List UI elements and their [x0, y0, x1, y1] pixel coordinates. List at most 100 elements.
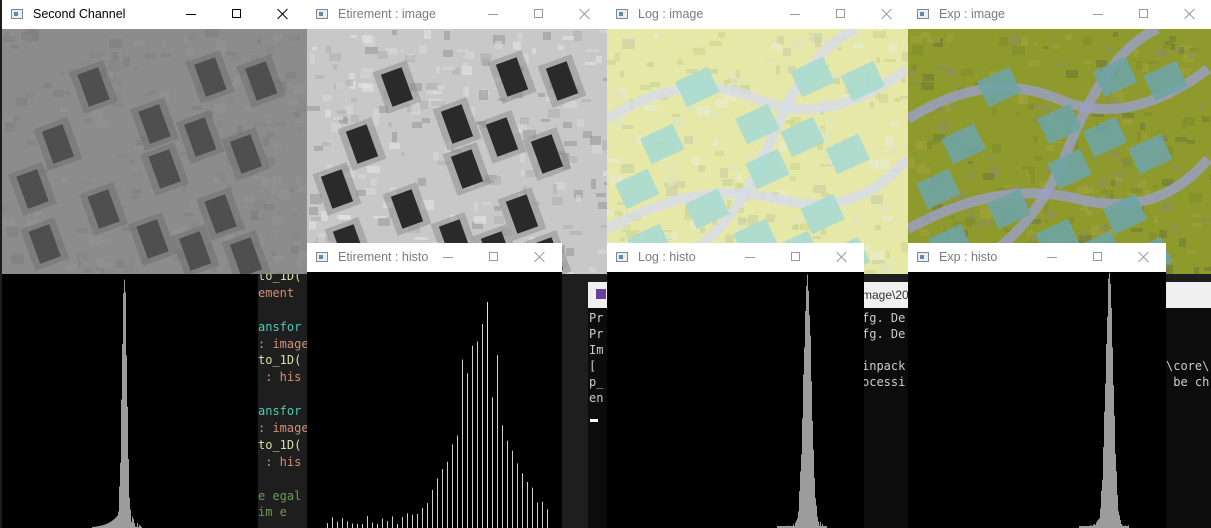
- image-texture: [116, 260, 124, 268]
- window-title-bar[interactable]: Etirement : image: [307, 0, 607, 29]
- image-texture: [919, 229, 929, 236]
- code-line: : his: [258, 370, 302, 385]
- image-texture: [161, 53, 171, 57]
- image-texture: [415, 237, 428, 240]
- window-title-bar[interactable]: Exp : histo: [908, 243, 1166, 272]
- image-texture: [76, 252, 88, 260]
- histogram-bar: [1116, 471, 1117, 528]
- window-log-image[interactable]: Log : image: [607, 0, 908, 274]
- close-button[interactable]: [1167, 0, 1211, 29]
- image-texture: [326, 46, 331, 53]
- histogram-bar: [442, 469, 443, 528]
- image-texture: [437, 85, 445, 90]
- maximize-button[interactable]: [818, 0, 864, 29]
- image-texture: [566, 248, 574, 256]
- close-button[interactable]: [864, 0, 910, 29]
- window-title-bar[interactable]: Second Channel: [2, 0, 307, 29]
- image-texture: [134, 41, 145, 45]
- image-texture: [876, 159, 889, 169]
- image-texture: [1192, 223, 1202, 227]
- image-texture: [431, 101, 444, 106]
- image-texture: [582, 99, 591, 102]
- minimize-button[interactable]: [470, 0, 516, 29]
- image-texture: [436, 66, 440, 73]
- image-texture: [1083, 37, 1092, 45]
- image-texture: [110, 79, 123, 86]
- image-texture: [129, 256, 134, 264]
- maximize-button[interactable]: [1075, 243, 1121, 272]
- maximize-button[interactable]: [773, 243, 819, 272]
- maximize-button[interactable]: [516, 0, 562, 29]
- console-text: [: [589, 359, 604, 373]
- close-button[interactable]: [1121, 243, 1167, 272]
- image-texture: [945, 68, 956, 77]
- window-title: Log : image: [638, 7, 704, 21]
- image-texture: [912, 45, 923, 55]
- histogram-bar: [547, 509, 548, 528]
- minimize-button[interactable]: [1075, 0, 1121, 29]
- window-title-bar[interactable]: Log : histo: [607, 243, 864, 272]
- image-texture: [981, 221, 994, 225]
- minimize-button[interactable]: [1029, 243, 1075, 272]
- minimize-button[interactable]: [772, 0, 818, 29]
- histogram-bar: [517, 463, 518, 528]
- minimize-button[interactable]: [727, 243, 773, 272]
- window-title-bar[interactable]: Etirement : histo: [307, 243, 562, 272]
- image-texture: [1189, 48, 1199, 51]
- image-texture: [666, 186, 678, 196]
- image-canvas: [2, 29, 307, 274]
- window-etirement-image[interactable]: Etirement : image: [307, 0, 607, 274]
- image-texture: [620, 237, 625, 241]
- image-view: [2, 29, 307, 274]
- image-texture: [891, 122, 898, 127]
- histogram-view: [307, 272, 562, 528]
- histogram-background: [2, 274, 258, 528]
- image-texture: [919, 164, 926, 168]
- histogram-bar: [798, 511, 799, 528]
- histogram-bar: [122, 344, 123, 528]
- console-text: en: [589, 391, 604, 405]
- image-view: [307, 29, 607, 274]
- window-title-bar[interactable]: Exp : image: [908, 0, 1211, 29]
- image-texture: [568, 156, 577, 163]
- image-texture: [299, 186, 306, 193]
- histogram-bar: [810, 335, 811, 528]
- minimize-button[interactable]: [425, 243, 471, 272]
- maximize-button[interactable]: [471, 243, 517, 272]
- image-texture: [188, 33, 196, 40]
- window-exp-histo[interactable]: Exp : histo: [908, 243, 1166, 528]
- image-texture: [928, 140, 940, 145]
- maximize-button[interactable]: [214, 0, 260, 29]
- histogram-bar: [482, 323, 483, 528]
- minimize-button[interactable]: [168, 0, 214, 29]
- histogram-bar: [412, 514, 413, 528]
- window-log-histo[interactable]: Log : histo: [607, 243, 864, 528]
- histogram-bar: [1109, 272, 1110, 528]
- histogram-bar: [447, 461, 448, 528]
- histogram-bar: [108, 522, 109, 528]
- close-button[interactable]: [562, 0, 608, 29]
- histogram-bar: [337, 521, 338, 528]
- image-texture: [1111, 180, 1115, 186]
- close-button[interactable]: [517, 243, 563, 272]
- maximize-button[interactable]: [1121, 0, 1167, 29]
- histogram-bar: [1099, 518, 1100, 528]
- image-texture: [614, 90, 626, 99]
- close-button[interactable]: [819, 243, 865, 272]
- window-title-bar[interactable]: Log : image: [607, 0, 908, 29]
- histogram-bar: [814, 477, 815, 528]
- histogram-bar: [387, 521, 388, 528]
- image-texture: [26, 92, 35, 99]
- window-exp-image[interactable]: Exp : image: [908, 0, 1211, 274]
- close-button[interactable]: [260, 0, 306, 29]
- window-etirement-histo[interactable]: Etirement : histo: [307, 243, 562, 528]
- image-texture: [212, 99, 220, 102]
- window-second-channel[interactable]: Second Channel: [2, 0, 307, 274]
- image-texture: [693, 48, 705, 55]
- console-cursor: [590, 419, 598, 422]
- histogram-bar: [1118, 511, 1119, 528]
- histogram-bar: [537, 502, 538, 528]
- histogram-bar: [799, 491, 800, 528]
- histogram-bar: [1094, 524, 1095, 528]
- image-texture: [1122, 113, 1134, 118]
